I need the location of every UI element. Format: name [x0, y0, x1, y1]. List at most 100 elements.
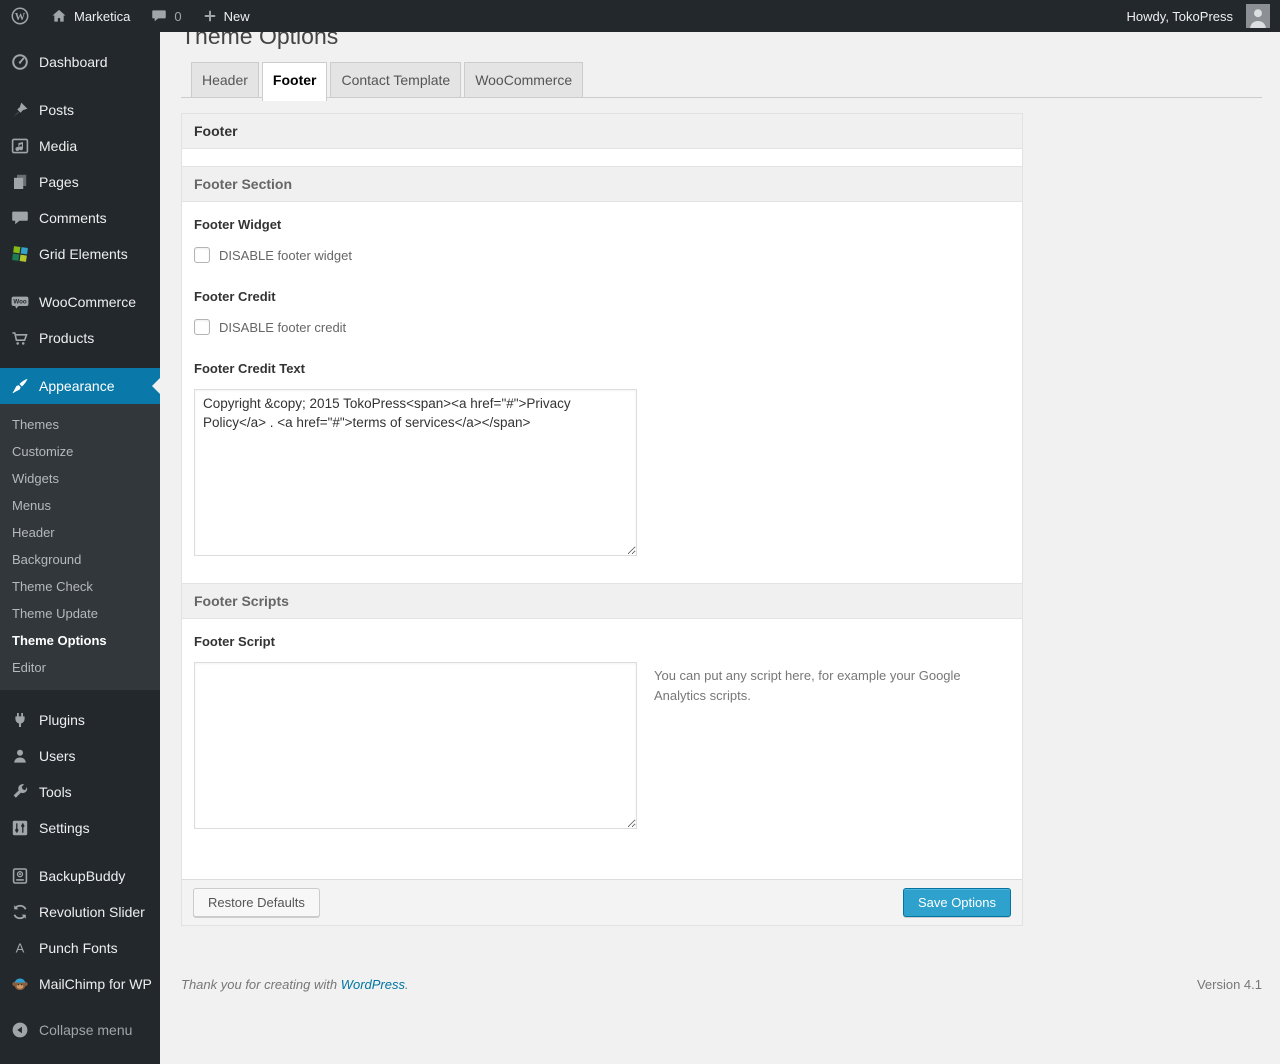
sidebar-item-label: MailChimp for WP	[39, 976, 152, 992]
plus-icon	[202, 8, 218, 24]
tab-contact-template[interactable]: Contact Template	[330, 62, 462, 97]
letter-a-icon: A	[10, 938, 30, 958]
svg-text:Woo: Woo	[13, 299, 27, 306]
dashboard-icon	[10, 52, 30, 72]
sidebar-item-media[interactable]: Media	[0, 128, 160, 164]
main-content: Theme Options Header Footer Contact Temp…	[160, 0, 1280, 992]
subsection-footer-section: Footer Section	[182, 166, 1022, 202]
sidebar-item-settings[interactable]: Settings	[0, 810, 160, 846]
submenu-item-themes[interactable]: Themes	[0, 411, 160, 438]
footer-thanks: Thank you for creating with WordPress.	[181, 977, 409, 992]
new-label: New	[223, 8, 250, 24]
sidebar-item-label: Media	[39, 138, 78, 154]
sidebar-item-appearance[interactable]: Appearance	[0, 368, 160, 404]
sidebar-item-label: WooCommerce	[39, 294, 136, 310]
sidebar-item-punch-fonts[interactable]: A Punch Fonts	[0, 930, 160, 966]
version-label: Version 4.1	[1196, 977, 1262, 992]
sidebar-item-posts[interactable]: Posts	[0, 92, 160, 128]
thanks-period: .	[405, 977, 409, 992]
sidebar-item-plugins[interactable]: Plugins	[0, 702, 160, 738]
footer-credit-label: Footer Credit	[194, 289, 276, 304]
sidebar-item-pages[interactable]: Pages	[0, 164, 160, 200]
sidebar-item-users[interactable]: Users	[0, 738, 160, 774]
section-title: Footer	[194, 123, 238, 139]
admin-bar: W Marketica 0 New Howdy, TokoPress	[0, 0, 1280, 32]
my-account-button[interactable]: Howdy, TokoPress	[1117, 0, 1280, 32]
sidebar-item-label: Collapse menu	[39, 1022, 133, 1038]
sidebar-item-revolution-slider[interactable]: Revolution Slider	[0, 894, 160, 930]
grid-elements-icon	[10, 244, 30, 264]
sidebar-item-tools[interactable]: Tools	[0, 774, 160, 810]
site-name-label: Marketica	[74, 8, 131, 24]
sidebar-item-label: Tools	[39, 784, 72, 800]
appearance-brush-icon	[10, 376, 30, 396]
disable-footer-widget-text: DISABLE footer widget	[219, 247, 352, 263]
howdy-label: Howdy, TokoPress	[1126, 8, 1233, 24]
sidebar-item-label: Products	[39, 330, 95, 346]
sidebar-item-label: Posts	[39, 102, 75, 118]
sidebar-item-label: Appearance	[39, 378, 115, 394]
footer-script-description: You can put any script here, for example…	[654, 668, 961, 704]
footer-script-label: Footer Script	[194, 634, 275, 649]
theme-options-panel: Footer Footer Section Footer Widget DISA…	[181, 113, 1023, 926]
collapse-menu-button[interactable]: Collapse menu	[0, 1012, 160, 1048]
site-name-button[interactable]: Marketica	[40, 0, 140, 32]
tab-footer[interactable]: Footer	[261, 62, 328, 101]
tab-bar: Header Footer Contact Template WooCommer…	[181, 62, 1262, 101]
submenu-item-customize[interactable]: Customize	[0, 438, 160, 465]
footer-script-textarea[interactable]	[194, 662, 637, 829]
sidebar-item-label: Comments	[39, 210, 107, 226]
sidebar-item-woocommerce[interactable]: Woo WooCommerce	[0, 284, 160, 320]
sidebar-item-backupbuddy[interactable]: BackupBuddy	[0, 858, 160, 894]
sidebar-item-comments[interactable]: Comments	[0, 200, 160, 236]
admin-bar-left: W Marketica 0 New	[0, 0, 260, 32]
sidebar-item-grid-elements[interactable]: Grid Elements	[0, 236, 160, 272]
footer-script-row: You can put any script here, for example…	[194, 649, 1010, 829]
disable-footer-widget-checkbox[interactable]	[194, 247, 210, 263]
comment-count: 0	[174, 8, 182, 24]
wp-logo-button[interactable]: W	[0, 0, 40, 32]
submenu-item-editor[interactable]: Editor	[0, 654, 160, 681]
save-options-button[interactable]: Save Options	[902, 888, 1011, 917]
disable-footer-credit-checkbox[interactable]	[194, 319, 210, 335]
footer-credit-text-label: Footer Credit Text	[194, 361, 305, 376]
refresh-arrows-icon	[10, 902, 30, 922]
subsection-title: Footer Section	[194, 176, 293, 192]
cart-icon	[10, 328, 30, 348]
media-icon	[10, 136, 30, 156]
footer-widget-label: Footer Widget	[194, 217, 282, 232]
wrench-icon	[10, 782, 30, 802]
sidebar-item-label: BackupBuddy	[39, 868, 126, 884]
new-content-button[interactable]: New	[192, 0, 260, 32]
submenu-item-theme-check[interactable]: Theme Check	[0, 573, 160, 600]
submenu-item-theme-update[interactable]: Theme Update	[0, 600, 160, 627]
footer-section-body: Footer Widget DISABLE footer widget Foot…	[182, 202, 1022, 556]
comment-bubble-icon	[150, 7, 168, 25]
submenu-item-background[interactable]: Background	[0, 546, 160, 573]
sidebar-item-dashboard[interactable]: Dashboard	[0, 44, 160, 80]
sidebar-item-label: Users	[39, 748, 76, 764]
sidebar-item-mailchimp[interactable]: MailChimp for WP	[0, 966, 160, 1002]
collapse-arrow-icon	[10, 1020, 30, 1040]
submenu-item-widgets[interactable]: Widgets	[0, 465, 160, 492]
admin-menu: Dashboard Posts Media Pages Comments Gri…	[0, 32, 160, 1064]
sidebar-item-label: Settings	[39, 820, 90, 836]
avatar	[1246, 4, 1270, 28]
tab-header[interactable]: Header	[191, 62, 259, 97]
admin-footer: Thank you for creating with WordPress. V…	[181, 977, 1262, 992]
tab-woocommerce[interactable]: WooCommerce	[464, 62, 584, 97]
mailchimp-monkey-icon	[10, 974, 30, 994]
sidebar-item-label: Dashboard	[39, 54, 108, 70]
sidebar-item-products[interactable]: Products	[0, 320, 160, 356]
submenu-item-theme-options[interactable]: Theme Options	[0, 627, 160, 654]
admin-bar-right: Howdy, TokoPress	[1117, 0, 1280, 32]
submenu-item-menus[interactable]: Menus	[0, 492, 160, 519]
sidebar-item-label: Grid Elements	[39, 246, 128, 262]
panel-spacer	[182, 149, 1022, 166]
wordpress-link[interactable]: WordPress	[341, 977, 405, 992]
restore-defaults-button[interactable]: Restore Defaults	[193, 888, 320, 917]
submenu-item-header[interactable]: Header	[0, 519, 160, 546]
comments-admin-bar-button[interactable]: 0	[140, 0, 191, 32]
comments-icon	[10, 208, 30, 228]
footer-credit-text-textarea[interactable]: Copyright &copy; 2015 TokoPress<span><a …	[194, 389, 637, 556]
